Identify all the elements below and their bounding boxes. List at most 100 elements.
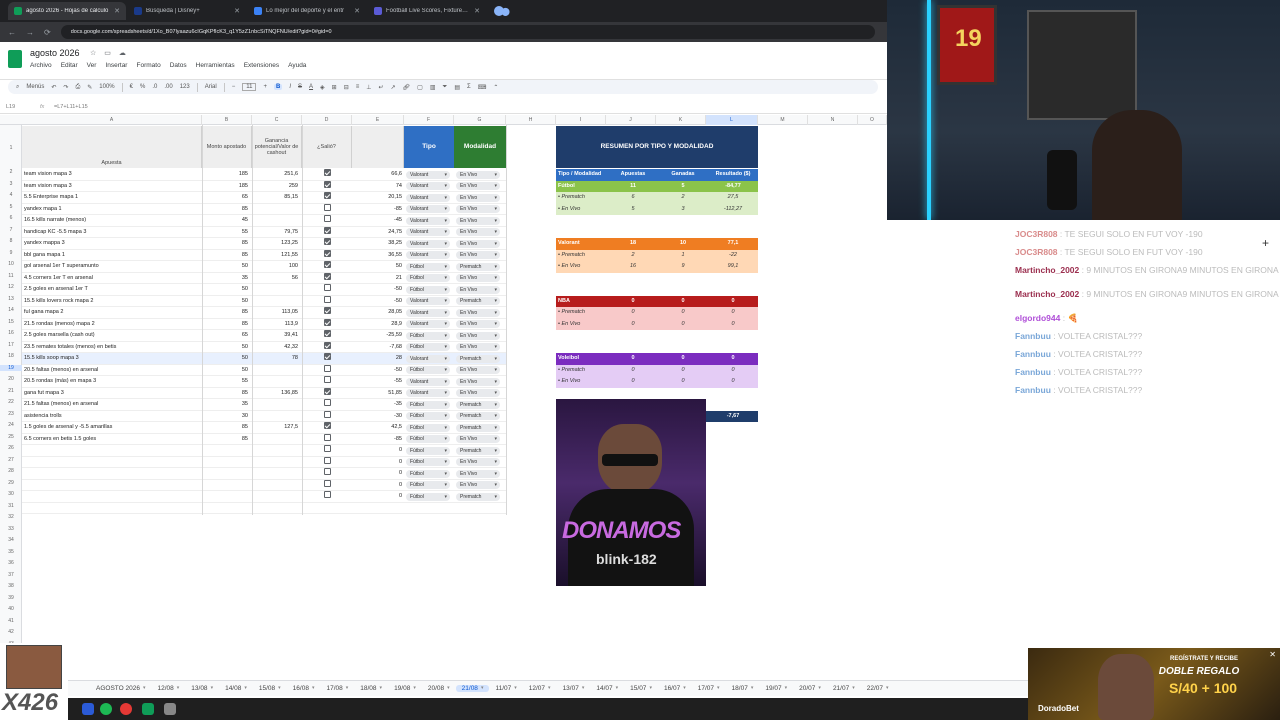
modalidad-dropdown[interactable]: En Vivo	[456, 274, 500, 282]
summary-label[interactable]: • En Vivo	[556, 261, 608, 273]
summary-label[interactable]: • Prematch	[556, 365, 608, 377]
row-number[interactable]: 35	[0, 549, 22, 555]
summary-label[interactable]: • En Vivo	[556, 204, 608, 216]
forward-icon[interactable]: →	[26, 28, 34, 37]
checkbox[interactable]	[323, 445, 331, 453]
cell-salio[interactable]	[302, 169, 352, 181]
summary-header-cell[interactable]: Ganadas	[658, 169, 708, 181]
cell-tipo[interactable]: Valorant	[406, 319, 454, 331]
tipo-dropdown[interactable]: Fútbol	[406, 492, 450, 501]
cell-apuesta[interactable]	[24, 480, 200, 492]
menu-item[interactable]: Herramientas	[196, 62, 235, 69]
cell-ganancia[interactable]: 259	[252, 181, 300, 193]
cell-tipo[interactable]: Fútbol	[406, 411, 454, 423]
cell-tipo[interactable]: Fútbol	[406, 457, 454, 469]
row-number[interactable]: 18	[0, 353, 22, 359]
chevron-down-icon[interactable]: ▾	[413, 685, 416, 692]
summary-value[interactable]: 3	[658, 204, 708, 216]
cell-monto[interactable]: 85	[202, 204, 250, 216]
cell-ganancia[interactable]: 113,05	[252, 307, 300, 319]
cell-modalidad[interactable]: En Vivo	[456, 468, 504, 480]
checkbox[interactable]	[323, 353, 331, 361]
row-number[interactable]: 27	[0, 457, 22, 463]
cell-resultado[interactable]: -85	[354, 434, 404, 446]
tipo-dropdown[interactable]: Valorant	[406, 193, 450, 202]
chevron-down-icon[interactable]: ▾	[683, 685, 686, 692]
summary-value[interactable]: 0	[708, 376, 758, 388]
cell-resultado[interactable]: 21	[354, 273, 404, 285]
cell-apuesta[interactable]: 1.5 goles de arsenal y -5.5 amarillas	[24, 422, 200, 434]
cell-apuesta[interactable]: 4.5 corners 1er T en arsenal	[24, 273, 200, 285]
cell-apuesta[interactable]: gana fut mapa 3	[24, 388, 200, 400]
sheets-taskbar-icon[interactable]	[142, 703, 154, 715]
column-header[interactable]: G	[454, 115, 506, 125]
cell-salio[interactable]	[302, 238, 352, 250]
modalidad-dropdown[interactable]: Prematch	[456, 492, 500, 501]
cell-ganancia[interactable]	[252, 468, 300, 480]
cell-monto[interactable]: 50	[202, 284, 250, 296]
row-number[interactable]: 19	[0, 364, 22, 371]
cell-tipo[interactable]: Valorant	[406, 388, 454, 400]
cell-ganancia[interactable]	[252, 434, 300, 446]
cell-salio[interactable]	[302, 422, 352, 434]
tipo-dropdown[interactable]: Valorant	[406, 354, 450, 363]
summary-label[interactable]: Voleibol	[556, 353, 608, 365]
column-header[interactable]: J	[606, 115, 656, 125]
cell-tipo[interactable]: Fútbol	[406, 480, 454, 492]
cell-ganancia[interactable]: 42,32	[252, 342, 300, 354]
cell-ganancia[interactable]: 121,55	[252, 250, 300, 262]
sheet-tab[interactable]: 13/08 ▾	[185, 685, 219, 692]
chevron-down-icon[interactable]: ▾	[380, 685, 383, 692]
tipo-dropdown[interactable]: Valorant	[406, 389, 450, 397]
header-apuesta[interactable]: Apuesta	[22, 126, 202, 168]
row-number[interactable]: 7	[0, 227, 22, 233]
cell-apuesta[interactable]: ful gana mapa 2	[24, 307, 200, 319]
cell-salio[interactable]	[302, 307, 352, 319]
cell-monto[interactable]	[202, 480, 250, 492]
cell-modalidad[interactable]: En Vivo	[456, 342, 504, 354]
summary-value[interactable]: 0	[608, 365, 658, 377]
column-header[interactable]: M	[758, 115, 808, 125]
chat-username[interactable]: Fannbuu	[1015, 367, 1051, 377]
cell-resultado[interactable]: 28,05	[354, 307, 404, 319]
sheet-tab[interactable]: 12/07 ▾	[523, 685, 557, 692]
cell-resultado[interactable]: -50	[354, 296, 404, 308]
search-menus-icon[interactable]: ⌕	[16, 84, 19, 91]
modalidad-dropdown[interactable]: Prematch	[456, 423, 500, 432]
column-header[interactable]: K	[656, 115, 706, 125]
cell-apuesta[interactable]	[24, 468, 200, 480]
cell-resultado[interactable]: 28	[354, 353, 404, 365]
font-size-decrease-button[interactable]: −	[232, 84, 236, 90]
column-header[interactable]: F	[404, 115, 454, 125]
cell-ganancia[interactable]: 100	[252, 261, 300, 273]
cell-tipo[interactable]: Valorant	[406, 215, 454, 227]
chevron-down-icon[interactable]: ▾	[312, 685, 315, 692]
cell-tipo[interactable]: Fútbol	[406, 468, 454, 480]
cell-apuesta[interactable]: 6.5 corners en betis 1.5 goles	[24, 434, 200, 446]
row-number[interactable]: 25	[0, 434, 22, 440]
cell-monto[interactable]: 85	[202, 434, 250, 446]
chevron-down-icon[interactable]: ▾	[852, 685, 855, 692]
column-header[interactable]: I	[556, 115, 606, 125]
strikethrough-button[interactable]: S	[298, 84, 302, 90]
cell-monto[interactable]: 85	[202, 319, 250, 331]
summary-value[interactable]: 16	[608, 261, 658, 273]
cell-tipo[interactable]: Valorant	[406, 169, 454, 181]
chevron-down-icon[interactable]: ▾	[481, 685, 484, 692]
cell-tipo[interactable]: Valorant	[406, 250, 454, 262]
close-icon[interactable]: ✕	[1269, 650, 1276, 659]
advertisement-banner[interactable]: REGÍSTRATE Y RECIBE DOBLE REGALO S/40 + …	[1028, 648, 1280, 720]
app-icon[interactable]	[82, 703, 94, 715]
menu-item[interactable]: Formato	[136, 62, 160, 69]
cell-apuesta[interactable]: 16.5 kills narrate (menos)	[24, 215, 200, 227]
cell-salio[interactable]	[302, 399, 352, 411]
cell-tipo[interactable]: Valorant	[406, 181, 454, 193]
cell-ganancia[interactable]: 127,5	[252, 422, 300, 434]
decrease-decimal-button[interactable]: .0	[152, 84, 157, 90]
cell-modalidad[interactable]: En Vivo	[456, 365, 504, 377]
row-number[interactable]: 33	[0, 526, 22, 532]
cell-salio[interactable]	[302, 445, 352, 457]
sheet-tab[interactable]: AGOSTO 2026 ▾	[90, 685, 151, 692]
increase-decimal-button[interactable]: .00	[164, 84, 172, 90]
checkbox[interactable]	[323, 479, 331, 487]
